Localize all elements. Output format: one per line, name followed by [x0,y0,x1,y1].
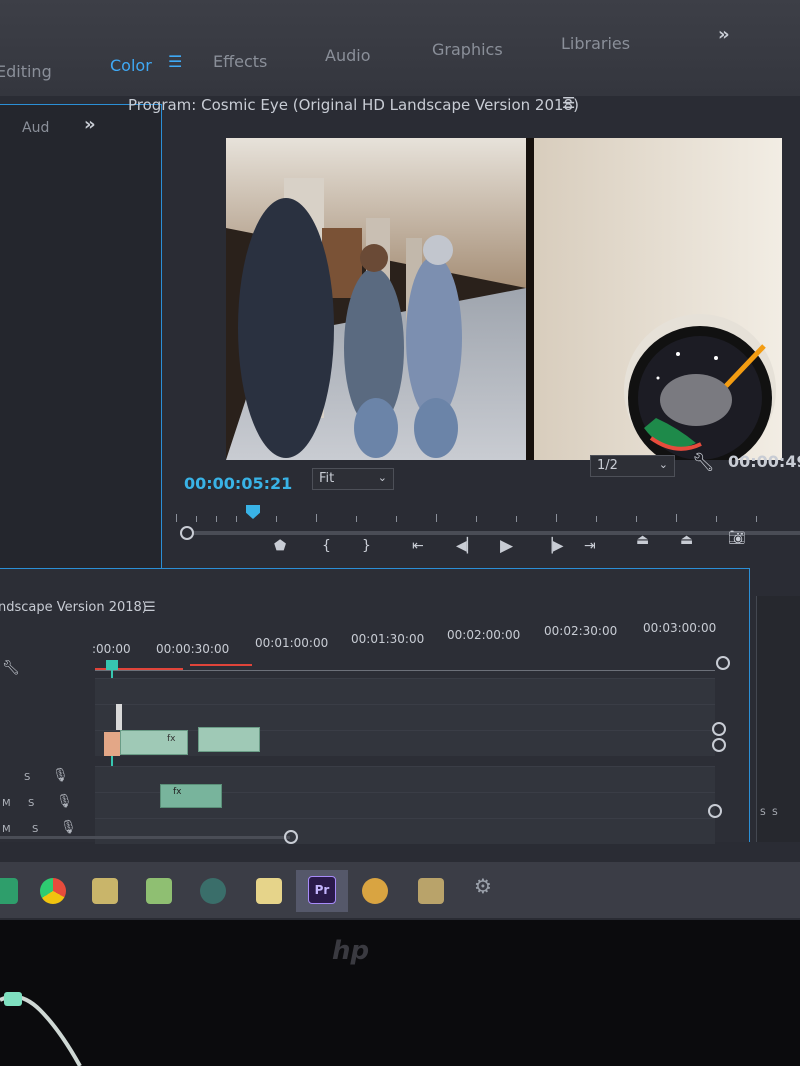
taskbar-app-icon[interactable] [92,878,118,904]
fit-dropdown-value: Fit [319,471,335,486]
hp-logo: hp [332,936,370,966]
timeline-menu-icon[interactable]: ☰ [144,600,156,615]
timeline-wrench-icon[interactable]: 🔧︎ [2,660,20,676]
video-clip[interactable] [104,732,120,756]
mute-track-button[interactable]: M [2,798,11,809]
step-forward-icon[interactable]: ▕▶ [542,538,564,554]
wrench-icon[interactable]: 🔧︎ [692,452,715,473]
clip-fx-badge: fx [167,734,176,744]
workspace-editing[interactable]: Editing [0,62,52,81]
solo-track-button[interactable]: S [28,798,34,809]
work-area-bar-2[interactable] [190,664,252,666]
panel-more-icon[interactable]: » [84,114,96,135]
resolution-dropdown[interactable]: 1/2 ⌄ [590,455,675,477]
program-zoom-scrollbar[interactable] [186,531,800,535]
program-zoom-handle[interactable] [180,526,194,540]
meter-solo-button[interactable]: S [760,808,766,818]
timeline-time-ruler[interactable] [95,662,715,671]
mark-out-icon[interactable]: } [362,538,371,554]
source-panel [0,104,162,586]
workspace-libraries[interactable]: Libraries [561,34,630,53]
video-clip[interactable] [116,704,122,730]
mute-track-button[interactable]: M [2,824,11,835]
duration-timecode: 00:00:49 [728,452,800,471]
timeline-time-5: 00:02:30:00 [544,624,618,638]
meter-solo-button[interactable]: S [772,808,778,818]
audio-track-3[interactable] [95,818,715,844]
horizontal-scroll-handle[interactable] [284,830,298,844]
timeline-sequence-tab[interactable]: ndscape Version 2018) [0,600,147,615]
export-frame-camera-icon[interactable]: 📷︎ [728,530,746,546]
add-marker-icon[interactable]: ⬟ [274,538,286,554]
vertical-scroll-handle[interactable] [712,722,726,736]
video-scene [226,138,782,460]
audio-meters-panel [756,596,800,842]
monitor-bezel [0,920,800,1066]
panel-tab-aud[interactable]: Aud [22,120,49,136]
play-icon[interactable]: ▶ [500,536,513,556]
taskbar-app-icon[interactable] [362,878,388,904]
timeline-time-1: 00:00:30:00 [156,642,230,656]
timeline-horizontal-scrollbar[interactable] [0,836,290,839]
workspace-color[interactable]: Color [110,56,152,75]
premiere-pro-icon[interactable]: Pr [308,876,336,904]
microphone-icon[interactable]: 🎙︎ [52,768,69,783]
microphone-icon[interactable]: 🎙︎ [56,794,73,809]
mark-in-icon[interactable]: { [322,538,331,554]
microphone-icon[interactable]: 🎙︎ [60,820,77,835]
audio-clip[interactable]: fx [160,784,222,808]
program-time-ruler[interactable] [176,500,800,522]
go-to-in-icon[interactable]: ⇤ [412,538,424,554]
clip-fx-badge: fx [173,787,182,797]
video-track-3[interactable] [95,678,715,704]
program-video-frame [226,138,782,460]
program-monitor-title: Program: Cosmic Eye (Original HD Landsca… [128,96,579,114]
workspace-effects[interactable]: Effects [213,52,267,71]
fit-dropdown[interactable]: Fit ⌄ [312,468,394,490]
resolution-dropdown-value: 1/2 [597,458,618,473]
taskbar-app-icon[interactable] [200,878,226,904]
taskbar-app-icon[interactable] [146,878,172,904]
timeline-playhead[interactable] [106,660,118,670]
program-menu-icon[interactable]: ☰ [562,94,575,112]
taskbar-app-icon[interactable] [0,878,18,904]
file-explorer-icon[interactable] [256,878,282,904]
step-back-icon[interactable]: ◀▏ [456,538,478,554]
video-track-1[interactable] [95,730,715,756]
workspace-graphics[interactable]: Graphics [432,40,503,59]
media-player-icon[interactable] [418,878,444,904]
timeline-time-2: 00:01:00:00 [255,636,329,650]
monitor-screen: Editing Color ☰ Effects Audio Graphics L… [0,0,800,920]
lift-icon[interactable]: ⏏ [636,532,649,548]
chevron-down-icon: ⌄ [377,471,387,484]
vertical-scroll-handle[interactable] [716,656,730,670]
chevron-down-icon: ⌄ [658,458,668,471]
go-to-out-icon[interactable]: ⇥ [584,538,596,554]
solo-track-button[interactable]: S [32,824,38,835]
timeline-time-4: 00:02:00:00 [447,628,521,642]
chrome-icon[interactable] [40,878,66,904]
vertical-scroll-handle[interactable] [708,804,722,818]
vertical-scroll-handle[interactable] [712,738,726,752]
taskbar [0,862,800,918]
video-track-2[interactable] [95,704,715,730]
timeline-time-6: 00:03:00:00 [643,621,717,635]
cable-icon [0,992,82,1066]
solo-track-button[interactable]: S [24,772,30,783]
timeline-time-3: 00:01:30:00 [351,632,425,646]
more-workspaces-icon[interactable]: » [718,24,730,45]
workspace-audio[interactable]: Audio [325,46,370,65]
timeline-time-0: :00:00 [92,642,131,656]
video-clip[interactable] [198,727,260,752]
extract-icon[interactable]: ⏏ [680,532,693,548]
settings-gear-icon[interactable]: ⚙ [474,874,492,898]
workspace-menu-icon[interactable]: ☰ [168,52,182,71]
playhead-timecode[interactable]: 00:00:05:21 [184,474,292,493]
workspace-bar [0,0,800,96]
video-clip[interactable]: fx [120,730,188,755]
